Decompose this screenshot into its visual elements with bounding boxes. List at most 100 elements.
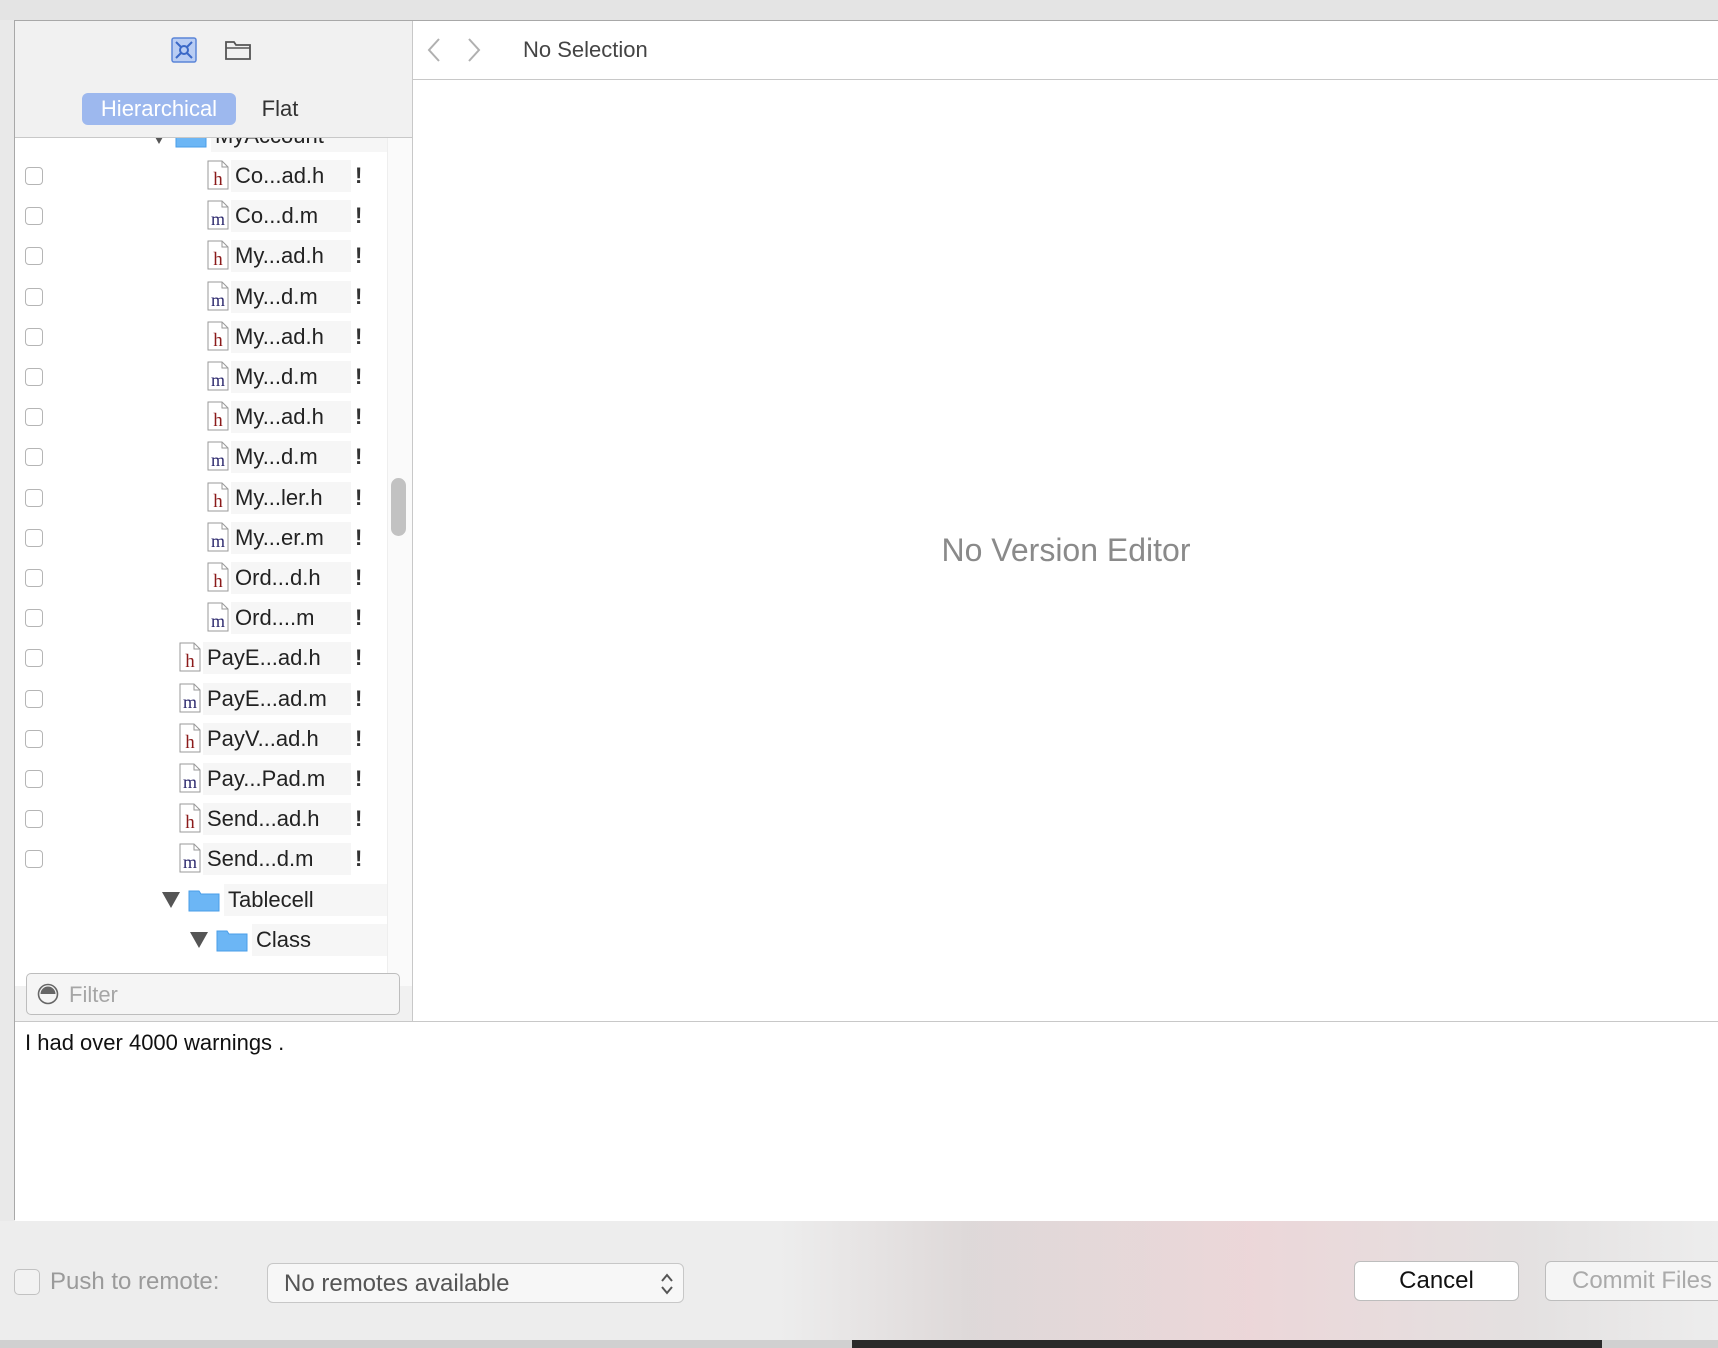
- svg-text:m: m: [211, 290, 225, 310]
- file-checkbox[interactable]: [25, 850, 43, 869]
- header-file-icon: h: [207, 240, 229, 270]
- file-checkbox[interactable]: [25, 247, 43, 266]
- header-file-icon: h: [179, 803, 201, 833]
- commit-files-button[interactable]: Commit Files: [1545, 1261, 1718, 1301]
- header-file-icon: h: [207, 401, 229, 431]
- segment-hierarchical[interactable]: Hierarchical: [82, 93, 236, 125]
- tree-folder-row[interactable]: Tablecell: [15, 880, 395, 920]
- file-sidebar: Hierarchical Flat MyAccount hCo...ad.h!m…: [15, 21, 413, 1021]
- editor-navigation-bar: No Selection: [413, 21, 1718, 80]
- implementation-file-icon: m: [207, 281, 229, 311]
- tree-folder-row[interactable]: MyAccount: [15, 138, 395, 156]
- header-file-icon: h: [207, 160, 229, 190]
- modified-status-badge: !: [355, 444, 363, 470]
- file-name: Co...ad.h: [231, 160, 351, 192]
- tree-file-row[interactable]: h PayV...ad.h!: [15, 719, 395, 759]
- file-name: Pay...Pad.m: [203, 763, 351, 795]
- remote-select-value: No remotes available: [284, 1270, 510, 1297]
- modified-status-badge: !: [355, 806, 363, 832]
- tree-file-row[interactable]: m Pay...Pad.m!: [15, 759, 395, 799]
- commit-message-area[interactable]: I had over 4000 warnings .: [15, 1021, 1718, 1221]
- cancel-button[interactable]: Cancel: [1354, 1261, 1519, 1301]
- tree-file-row[interactable]: m My...d.m!: [15, 437, 395, 477]
- tree-file-row[interactable]: h Ord...d.h!: [15, 558, 395, 598]
- filter-field[interactable]: [26, 973, 400, 1015]
- tree-file-row[interactable]: h Co...ad.h!: [15, 156, 395, 196]
- file-checkbox[interactable]: [25, 569, 43, 587]
- header-file-icon: h: [207, 482, 229, 512]
- file-checkbox[interactable]: [25, 287, 43, 306]
- svg-text:m: m: [211, 370, 225, 390]
- tree-file-row[interactable]: m Co...d.m!: [15, 196, 395, 236]
- file-name: My...ad.h: [231, 401, 351, 434]
- tree-file-row[interactable]: m My...er.m!: [15, 518, 395, 558]
- modified-status-badge: !: [355, 243, 363, 269]
- file-name: Ord....m: [231, 602, 351, 635]
- svg-text:h: h: [213, 169, 223, 190]
- tree-scrollbar-thumb[interactable]: [391, 478, 406, 536]
- tree-file-row[interactable]: h Send...ad.h!: [15, 799, 395, 839]
- file-checkbox[interactable]: [25, 448, 43, 467]
- back-chevron-icon[interactable]: [423, 35, 447, 65]
- file-name: My...d.m: [231, 280, 351, 313]
- remote-select[interactable]: No remotes available: [267, 1263, 684, 1303]
- forward-chevron-icon[interactable]: [461, 35, 485, 65]
- modified-status-badge: !: [355, 404, 363, 430]
- file-name: My...d.m: [231, 361, 351, 393]
- file-checkbox[interactable]: [25, 609, 43, 628]
- file-checkbox[interactable]: [25, 689, 43, 708]
- file-checkbox[interactable]: [25, 810, 43, 829]
- folder-icon[interactable]: [223, 35, 253, 65]
- file-name: My...ler.h: [231, 481, 351, 514]
- svg-text:h: h: [185, 732, 195, 753]
- file-checkbox[interactable]: [25, 368, 43, 386]
- filter-input[interactable]: [67, 978, 391, 1012]
- modified-status-badge: !: [355, 766, 363, 791]
- tree-file-row[interactable]: m My...d.m!: [15, 277, 395, 317]
- folder-name: Class: [252, 923, 387, 956]
- file-checkbox[interactable]: [25, 729, 43, 748]
- disclosure-triangle-icon[interactable]: [150, 138, 168, 144]
- folder-icon: [175, 138, 207, 148]
- file-name: PayE...ad.h: [203, 642, 351, 675]
- tree-file-row[interactable]: h My...ler.h!: [15, 478, 395, 518]
- tree-file-row[interactable]: h My...ad.h!: [15, 317, 395, 357]
- file-checkbox[interactable]: [25, 408, 43, 427]
- modified-status-badge: !: [355, 605, 363, 631]
- tree-folder-row[interactable]: Class: [15, 920, 395, 960]
- file-checkbox[interactable]: [25, 770, 43, 788]
- svg-text:m: m: [183, 692, 197, 712]
- desktop-strip-dark: [852, 1340, 1602, 1348]
- desktop-strip: [0, 1340, 1718, 1348]
- selection-title: No Selection: [523, 37, 648, 62]
- modified-status-badge: !: [355, 484, 363, 510]
- tree-file-row[interactable]: m PayE...ad.m!: [15, 679, 395, 719]
- svg-text:h: h: [185, 651, 195, 672]
- file-checkbox[interactable]: [25, 167, 43, 185]
- push-to-remote-checkbox[interactable]: [14, 1269, 40, 1295]
- segment-flat[interactable]: Flat: [244, 93, 316, 125]
- file-checkbox[interactable]: [25, 649, 43, 668]
- disclosure-triangle-icon[interactable]: [190, 931, 208, 948]
- file-checkbox[interactable]: [25, 327, 43, 346]
- tree-file-row[interactable]: m Ord....m!: [15, 598, 395, 638]
- bottom-bar: Push to remote: No remotes available Can…: [0, 1221, 1718, 1348]
- svg-text:m: m: [211, 531, 225, 551]
- tree-file-row[interactable]: h My...ad.h!: [15, 397, 395, 437]
- tree-file-row[interactable]: m My...d.m!: [15, 357, 395, 397]
- tree-file-row[interactable]: h My...ad.h!: [15, 236, 395, 276]
- tree-scrollbar-track[interactable]: [387, 138, 412, 986]
- commit-message-text[interactable]: I had over 4000 warnings .: [25, 1030, 284, 1056]
- implementation-file-icon: m: [179, 763, 201, 793]
- file-checkbox[interactable]: [25, 528, 43, 547]
- source-control-icon[interactable]: [169, 35, 199, 65]
- file-checkbox[interactable]: [25, 207, 43, 226]
- tree-file-row[interactable]: m Send...d.m!: [15, 839, 395, 879]
- disclosure-triangle-icon[interactable]: [162, 891, 180, 908]
- svg-text:m: m: [211, 611, 225, 631]
- modified-status-badge: !: [355, 163, 363, 188]
- folder-name: Tablecell: [224, 883, 387, 916]
- tree-file-row[interactable]: h PayE...ad.h!: [15, 638, 395, 678]
- file-checkbox[interactable]: [25, 488, 43, 507]
- file-name: My...er.m: [231, 521, 351, 554]
